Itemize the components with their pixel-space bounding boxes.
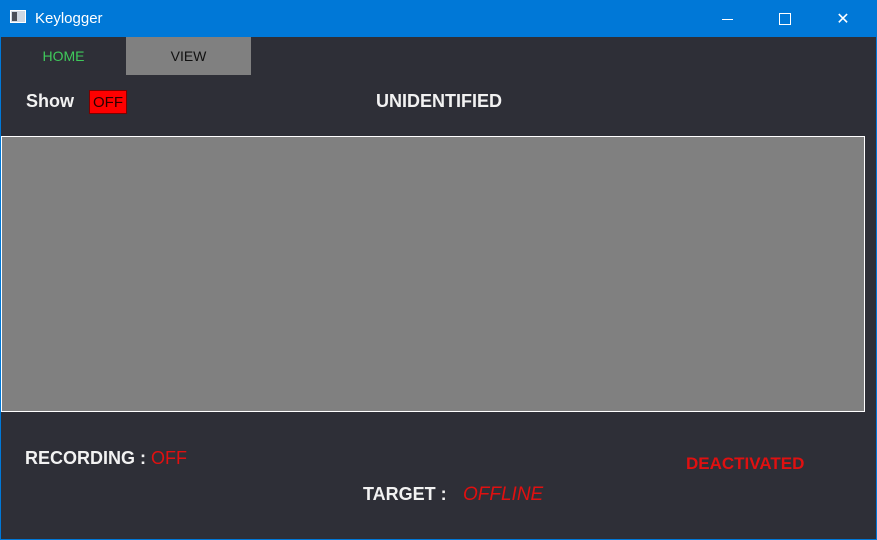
recording-label: RECORDING : — [25, 448, 146, 468]
status-title: UNIDENTIFIED — [376, 91, 502, 111]
target-status: OFFLINE — [463, 484, 544, 505]
target-label: TARGET : — [363, 484, 447, 504]
activation-status: DEACTIVATED — [686, 454, 805, 473]
show-toggle-value: OFF — [93, 93, 123, 111]
window-title: Keylogger — [35, 10, 103, 27]
close-button[interactable]: ✕ — [814, 0, 872, 37]
tab-view[interactable]: VIEW — [126, 37, 251, 75]
close-icon: ✕ — [836, 9, 850, 28]
show-label: Show — [26, 91, 74, 111]
tab-home-label: HOME — [42, 48, 85, 64]
tab-home[interactable]: HOME — [1, 37, 126, 75]
show-toggle-button[interactable]: OFF — [89, 90, 127, 114]
recording-status: OFF — [151, 448, 187, 468]
maximize-icon — [779, 12, 791, 25]
title-bar[interactable]: Keylogger ✕ — [1, 0, 877, 37]
app-window-icon — [10, 10, 26, 23]
maximize-button[interactable] — [756, 0, 814, 37]
minimize-icon — [721, 18, 733, 20]
keystroke-log-area[interactable] — [1, 136, 865, 412]
minimize-button[interactable] — [698, 0, 756, 37]
tab-view-label: VIEW — [170, 48, 207, 64]
app-window: Keylogger ✕ HOME VIEW Show OFF UNIDENTIF… — [0, 0, 877, 540]
